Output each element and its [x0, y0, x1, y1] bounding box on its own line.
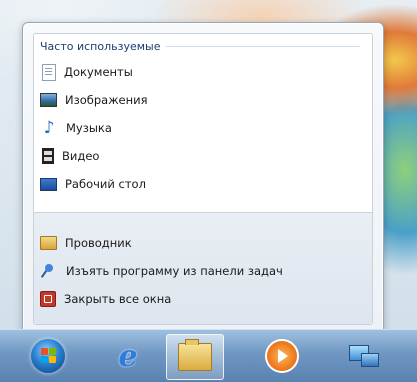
windows-orb-icon	[31, 339, 65, 373]
video-icon	[42, 148, 54, 164]
jump-item-label: Рабочий стол	[65, 177, 146, 191]
header-divider	[166, 46, 360, 47]
jump-item-desktop[interactable]: Рабочий стол	[40, 174, 146, 194]
task-label: Проводник	[65, 236, 132, 250]
jump-list: Часто используемые Документы Изображения…	[22, 22, 384, 336]
taskbar-internet-explorer[interactable]: e	[100, 334, 156, 378]
network-icon	[349, 343, 379, 369]
music-icon: ♪	[43, 118, 55, 138]
internet-explorer-icon: e	[118, 338, 138, 374]
documents-icon	[42, 63, 56, 81]
unpin-icon	[40, 262, 58, 280]
tasks-section: Проводник Изъять программу из панели зад…	[34, 212, 372, 324]
frequent-header-label: Часто используемые	[40, 40, 161, 53]
task-unpin-program[interactable]: Изъять программу из панели задач	[40, 261, 283, 281]
task-open-explorer[interactable]: Проводник	[40, 233, 132, 253]
pictures-icon	[40, 93, 57, 107]
taskbar: e	[0, 329, 417, 382]
frequent-section-header: Часто используемые	[40, 40, 360, 53]
taskbar-media-player[interactable]	[254, 334, 310, 378]
task-close-all-windows[interactable]: Закрыть все окна	[40, 289, 171, 309]
jump-item-label: Видео	[62, 149, 100, 163]
task-label: Закрыть все окна	[64, 292, 172, 306]
folder-icon	[178, 339, 212, 371]
jump-item-music[interactable]: ♪ Музыка	[40, 118, 112, 138]
explorer-folder-icon	[40, 236, 57, 250]
jump-item-pictures[interactable]: Изображения	[40, 90, 148, 110]
jump-item-label: Документы	[64, 65, 133, 79]
taskbar-windows-explorer[interactable]	[166, 334, 224, 380]
close-windows-icon	[40, 291, 56, 307]
desktop-icon	[40, 177, 57, 191]
start-button[interactable]	[20, 334, 76, 378]
task-label: Изъять программу из панели задач	[66, 264, 283, 278]
jump-item-label: Музыка	[66, 121, 112, 135]
media-player-icon	[265, 339, 299, 373]
jump-item-documents[interactable]: Документы	[40, 62, 133, 82]
taskbar-network[interactable]	[336, 334, 392, 378]
jump-item-video[interactable]: Видео	[40, 146, 99, 166]
jump-item-label: Изображения	[65, 93, 148, 107]
jump-list-content: Часто используемые Документы Изображения…	[33, 33, 373, 325]
